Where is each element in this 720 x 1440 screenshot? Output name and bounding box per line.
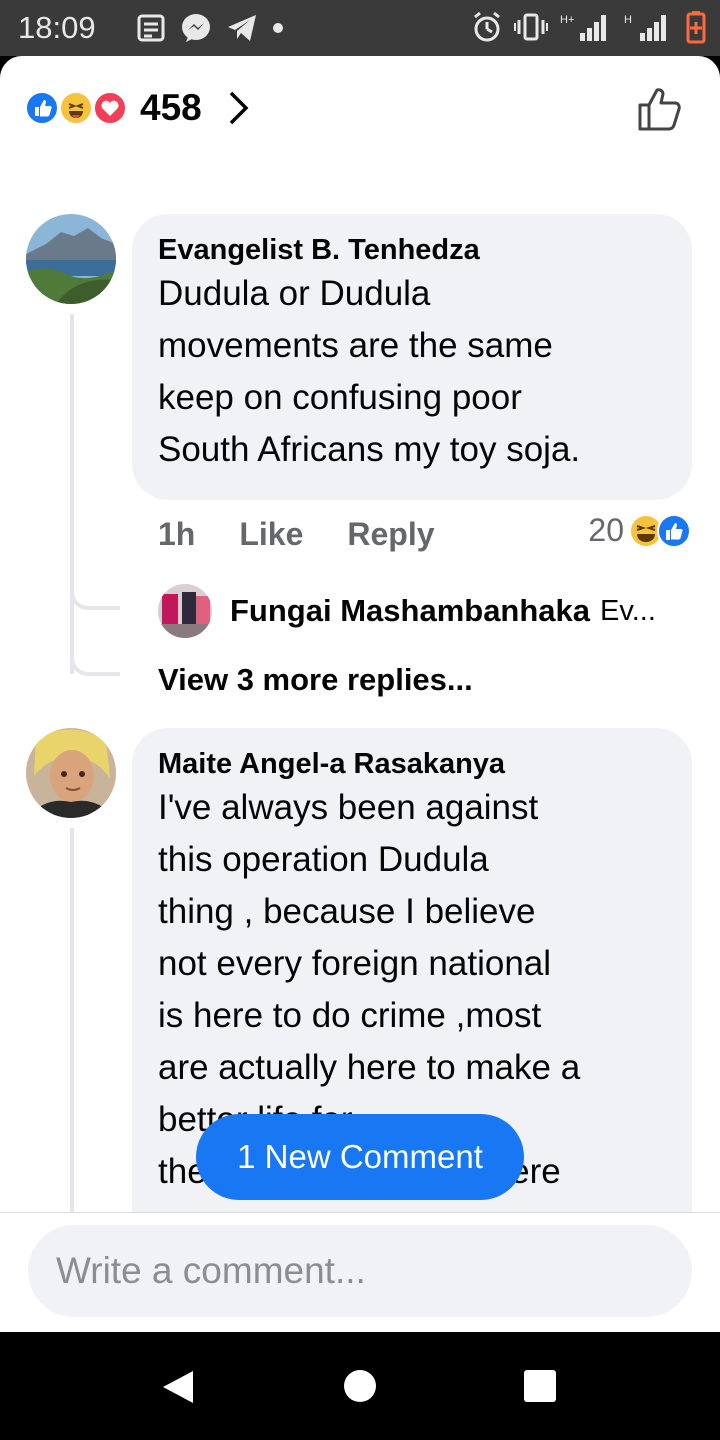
signal-label-1: H+ (560, 14, 574, 26)
reply-preview[interactable]: Fungai Mashambanhaka Ev... (158, 584, 656, 638)
navigation-bar (0, 1332, 720, 1440)
chevron-right-icon (229, 91, 249, 125)
new-comment-button[interactable]: 1 New Comment (196, 1114, 524, 1200)
notes-icon (137, 14, 165, 42)
messenger-icon (182, 14, 210, 42)
comments-sheet: 458 Evangelist B. Tenhedza Dudula or Dud… (0, 56, 720, 1332)
dot-icon (273, 23, 283, 33)
comment-actions: 1h Like Reply (158, 516, 479, 553)
comment-reaction-count: 20 (588, 512, 624, 548)
comment-text: Dudula or Dudula movements are the same … (158, 274, 581, 469)
reactions-summary[interactable]: 458 (24, 86, 250, 130)
thread-line (70, 828, 74, 1212)
vibrate-icon (514, 13, 548, 41)
thread-branch (70, 642, 120, 676)
signal-h-plus-icon: H+ (560, 14, 606, 41)
haha-reaction-icon (58, 90, 94, 126)
status-right-icons: H+ H (472, 10, 706, 44)
reply-snippet: Ev... (600, 594, 656, 627)
comment-author[interactable]: Maite Angel-a Rasakanya (158, 746, 666, 782)
thread-branch (70, 576, 120, 610)
signal-h-icon: H (624, 14, 666, 41)
status-bar: 18:09 H+ H (0, 0, 720, 56)
status-time: 18:09 (18, 10, 96, 45)
telegram-icon (228, 15, 256, 41)
comment-author[interactable]: Evangelist B. Tenhedza (158, 232, 666, 268)
back-icon[interactable] (160, 1368, 196, 1406)
recents-icon[interactable] (522, 1368, 558, 1404)
status-left-icons (136, 12, 284, 44)
comment-bubble[interactable]: Evangelist B. Tenhedza Dudula or Dudula … (132, 214, 692, 500)
battery-icon (686, 11, 706, 44)
comment-reactions[interactable]: 20 (588, 512, 692, 549)
avatar[interactable] (158, 584, 212, 638)
reaction-count: 458 (140, 87, 202, 128)
like-reaction-icon (24, 90, 60, 126)
like-button[interactable]: Like (239, 516, 303, 553)
thread-line (70, 314, 74, 674)
alarm-icon (474, 11, 500, 42)
comment-time: 1h (158, 516, 196, 552)
reaction-icons (24, 88, 134, 128)
love-reaction-icon (92, 90, 128, 126)
avatar[interactable] (26, 214, 116, 304)
like-reaction-icon (657, 513, 691, 548)
comment-composer: Write a comment... (0, 1212, 720, 1332)
comment-input[interactable]: Write a comment... (28, 1225, 692, 1317)
avatar[interactable] (26, 728, 116, 818)
like-post-button[interactable] (636, 84, 686, 134)
reply-author[interactable]: Fungai Mashambanhaka (230, 593, 590, 629)
signal-label-2: H (624, 14, 632, 26)
home-icon[interactable] (342, 1368, 378, 1404)
view-more-replies-link[interactable]: View 3 more replies... (158, 662, 473, 698)
reply-button[interactable]: Reply (347, 516, 434, 553)
